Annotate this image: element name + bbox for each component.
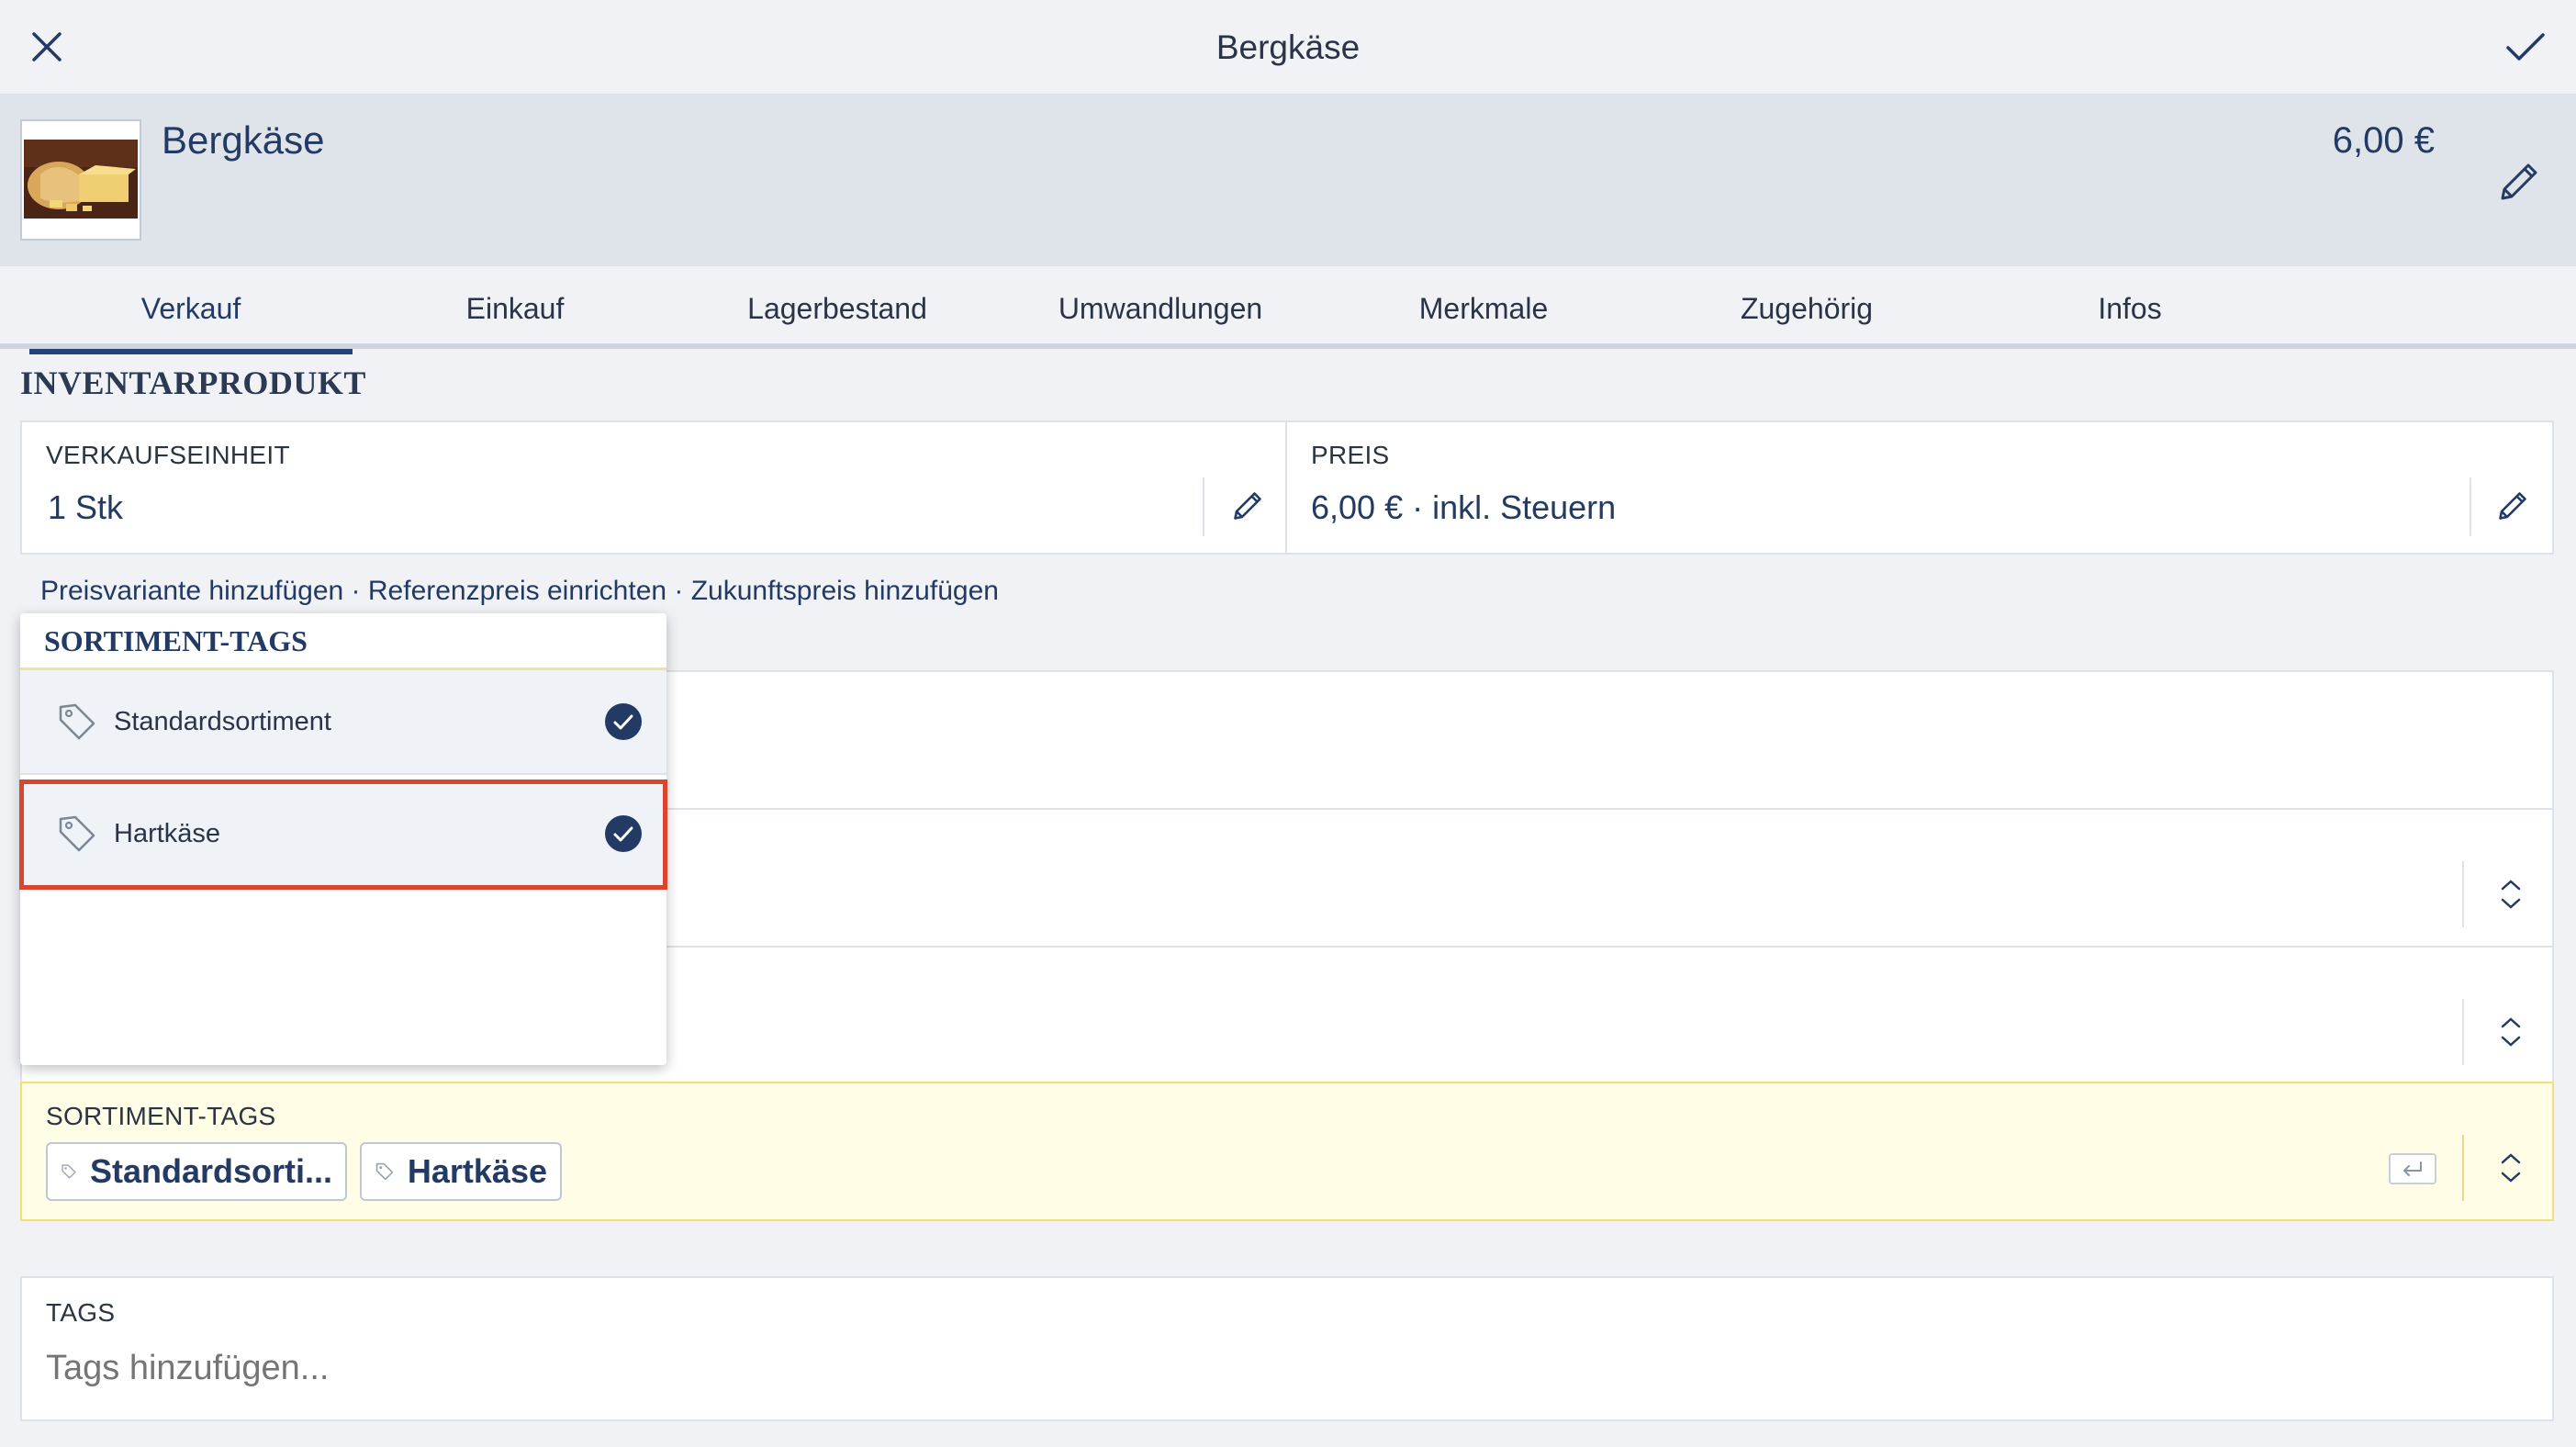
chevron-down-icon bbox=[2501, 1172, 2521, 1183]
sortiment-tags-dropdown: SORTIMENT-TAGS Standardsortiment Hartkäs… bbox=[19, 613, 667, 1065]
tags-label: TAGS bbox=[46, 1298, 116, 1327]
cheese-image bbox=[22, 121, 140, 239]
tag-chip-standardsortiment[interactable]: Standardsorti... bbox=[46, 1142, 347, 1201]
window-title: Bergkäse bbox=[1215, 28, 1361, 66]
dropdown-option-label: Hartkäse bbox=[114, 818, 221, 848]
add-price-variant-link[interactable]: Preisvariante hinzufügen bbox=[40, 576, 343, 606]
tag-icon bbox=[62, 1164, 76, 1179]
tag-chip-hartkaese[interactable]: Hartkäse bbox=[360, 1142, 562, 1201]
product-header: Bergkäse 6,00 € bbox=[0, 94, 2576, 266]
tag-icon bbox=[375, 1162, 394, 1181]
price-value: 6,00 € · inkl. Steuern bbox=[1311, 488, 1617, 526]
chevron-up-icon bbox=[2501, 1153, 2521, 1164]
tab-merkmale[interactable]: Merkmale bbox=[1322, 266, 1645, 349]
stepper-button[interactable] bbox=[2479, 1131, 2543, 1205]
price-field: PREIS 6,00 € · inkl. Steuern bbox=[1285, 421, 2554, 555]
product-price: 6,00 € bbox=[2332, 120, 2435, 161]
tags-field[interactable]: TAGS bbox=[20, 1276, 2554, 1421]
close-icon bbox=[32, 32, 62, 62]
dropdown-option-hartkaese[interactable]: Hartkäse bbox=[19, 780, 667, 890]
link-separator: · bbox=[666, 576, 691, 606]
top-bar: Bergkäse bbox=[0, 0, 2576, 94]
tag-icon bbox=[55, 812, 99, 856]
sales-unit-label: VERKAUFSEINHEIT bbox=[46, 441, 290, 469]
tab-bar: Verkauf Einkauf Lagerbestand Umwandlunge… bbox=[0, 266, 2576, 354]
tab-verkauf[interactable]: Verkauf bbox=[29, 266, 353, 354]
section-title: INVENTARPRODUKT bbox=[20, 365, 366, 401]
sortiment-tags-label: SORTIMENT-TAGS bbox=[46, 1102, 276, 1130]
price-label: PREIS bbox=[1311, 441, 1390, 469]
product-image bbox=[20, 119, 141, 241]
tab-lagerbestand[interactable]: Lagerbestand bbox=[676, 266, 999, 349]
edit-price-button[interactable] bbox=[2471, 465, 2554, 547]
confirm-button[interactable] bbox=[2495, 18, 2556, 75]
checked-icon bbox=[605, 703, 642, 740]
close-button[interactable] bbox=[18, 18, 75, 75]
tab-umwandlungen[interactable]: Umwandlungen bbox=[999, 266, 1322, 349]
return-key-button[interactable] bbox=[2389, 1153, 2436, 1184]
divider bbox=[1203, 477, 1204, 536]
tab-infos[interactable]: Infos bbox=[1968, 266, 2291, 349]
chevron-up-icon bbox=[2501, 1017, 2521, 1028]
tag-chip-label: Hartkäse bbox=[407, 1152, 547, 1190]
link-separator: · bbox=[343, 576, 368, 606]
tag-icon bbox=[55, 700, 99, 744]
return-icon bbox=[2403, 1161, 2422, 1176]
dropdown-option-standardsortiment[interactable]: Standardsortiment bbox=[20, 670, 666, 775]
pencil-icon bbox=[1234, 492, 1261, 520]
set-reference-price-link[interactable]: Referenzpreis einrichten bbox=[368, 576, 666, 606]
pencil-icon bbox=[2501, 163, 2537, 200]
tags-input[interactable] bbox=[44, 1340, 1146, 1396]
chevron-down-icon bbox=[2501, 898, 2521, 909]
divider bbox=[2462, 999, 2464, 1065]
add-future-price-link[interactable]: Zukunftspreis hinzufügen bbox=[691, 576, 999, 606]
sales-unit-field: VERKAUFSEINHEIT 1 Stk bbox=[20, 421, 1287, 555]
edit-sales-unit-button[interactable] bbox=[1206, 465, 1289, 547]
stepper-button[interactable] bbox=[2479, 995, 2543, 1069]
divider bbox=[2462, 1135, 2464, 1201]
dropdown-option-label: Standardsortiment bbox=[114, 706, 331, 736]
price-links: Preisvariante hinzufügen · Referenzpreis… bbox=[40, 569, 999, 613]
edit-product-button[interactable] bbox=[2482, 145, 2556, 219]
tag-chip-label: Standardsorti... bbox=[89, 1152, 332, 1190]
checked-icon bbox=[605, 815, 642, 852]
stepper-button[interactable] bbox=[2479, 858, 2543, 931]
dropdown-header-label: SORTIMENT-TAGS bbox=[44, 624, 308, 657]
pencil-icon bbox=[2499, 492, 2526, 520]
chevron-up-icon bbox=[2501, 880, 2521, 891]
sales-unit-value: 1 Stk bbox=[48, 488, 124, 526]
product-name: Bergkäse bbox=[162, 118, 325, 162]
checkmark-icon bbox=[2506, 33, 2545, 61]
chevron-down-icon bbox=[2501, 1036, 2521, 1047]
tab-einkauf[interactable]: Einkauf bbox=[353, 266, 677, 349]
divider bbox=[2462, 861, 2464, 927]
tab-zugehoerig[interactable]: Zugehörig bbox=[1645, 266, 1968, 349]
dropdown-header: SORTIMENT-TAGS bbox=[20, 613, 666, 670]
